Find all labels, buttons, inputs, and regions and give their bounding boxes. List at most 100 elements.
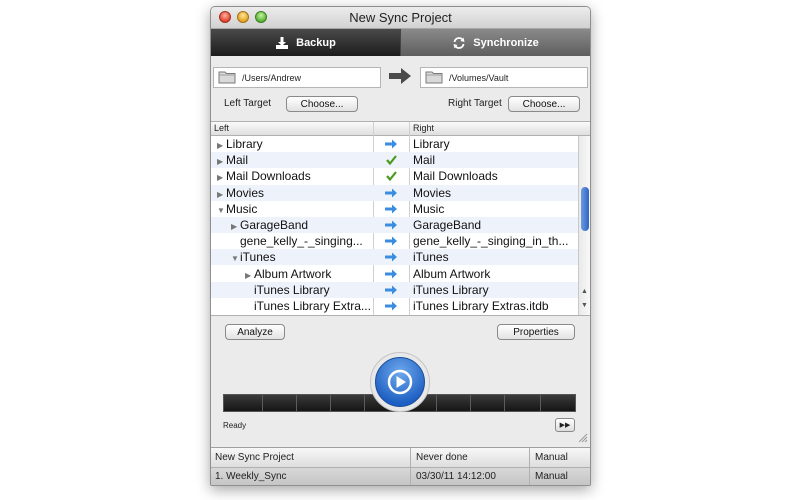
left-target-label: Left Target: [224, 98, 272, 109]
left-path-text: /Users/Andrew: [242, 72, 302, 83]
right-item-label: GarageBand: [413, 218, 482, 232]
left-path-field[interactable]: /Users/Andrew: [213, 67, 381, 88]
mode-header[interactable]: Manual: [535, 452, 568, 463]
right-item-label: iTunes: [413, 250, 449, 265]
right-item-label: Movies: [413, 185, 452, 200]
sync-direction-arrow-icon: [389, 68, 411, 84]
download-icon: [276, 36, 289, 49]
table-row[interactable]: iTunes Library Extra... iTunes Library Ex…: [211, 298, 578, 314]
left-item-label: Mail Downloads: [226, 169, 311, 184]
table-row[interactable]: iTunes Library iTunes Library: [211, 281, 578, 298]
disclosure-closed-icon[interactable]: ▶: [217, 141, 226, 150]
right-arrow-icon: [385, 269, 397, 279]
right-choose-button[interactable]: Choose...: [508, 96, 580, 112]
sync-window: New Sync Project Backup Synchronize /Use…: [210, 6, 591, 486]
title-bar: New Sync Project: [211, 7, 590, 29]
table-row[interactable]: ▼Music Music: [211, 201, 578, 217]
right-item-label: iTunes Library: [413, 282, 489, 297]
scrollbar-thumb[interactable]: [581, 187, 589, 231]
right-item-label: Mail Downloads: [413, 169, 498, 184]
column-header-left[interactable]: Left: [214, 123, 229, 133]
fast-forward-button[interactable]: ▶▶: [555, 418, 575, 432]
mode-segmented-control: Backup Synchronize: [211, 29, 590, 56]
left-item: ▶ Movies: [217, 186, 264, 200]
disclosure-closed-icon[interactable]: ▶: [217, 157, 226, 166]
right-item-label: iTunes Library Extras.itdb: [413, 299, 549, 313]
table-header: Left Right: [211, 122, 590, 136]
right-path-text: /Volumes/Vault: [449, 72, 509, 83]
scroll-up-arrow-icon[interactable]: ▲: [581, 288, 588, 295]
left-item: ▶ Mail: [217, 153, 248, 167]
disclosure-open-icon[interactable]: ▼: [217, 206, 226, 215]
table-scrollbar[interactable]: ▲ ▼: [578, 136, 590, 315]
window-title: New Sync Project: [349, 10, 452, 25]
left-item: gene_kelly_-_singing...: [231, 234, 363, 248]
last-run-header[interactable]: Never done: [416, 452, 468, 463]
table-row[interactable]: gene_kelly_-_singing... gene_kelly_-_sing…: [211, 233, 578, 249]
right-arrow-icon: [385, 204, 397, 214]
table-row[interactable]: ▶ GarageBand GarageBand: [211, 217, 578, 233]
right-arrow-icon: [385, 139, 397, 149]
disclosure-closed-icon[interactable]: ▶: [217, 173, 226, 182]
file-comparison-table: Left Right ▶ Library Library ▶ Mail Mail ▶ Mail…: [211, 121, 590, 316]
right-path-field[interactable]: /Volumes/Vault: [420, 67, 588, 88]
left-item-label: iTunes: [240, 250, 276, 265]
left-item: iTunes Library Extra...: [245, 299, 371, 313]
left-item: ▼iTunes: [231, 250, 276, 264]
disclosure-closed-icon[interactable]: ▶: [245, 271, 254, 280]
right-arrow-icon: [385, 252, 397, 262]
status-text: Ready: [223, 421, 247, 430]
table-row[interactable]: ▶ Movies Movies: [211, 184, 578, 201]
left-item-label: Movies: [226, 185, 265, 200]
play-button-face: [375, 357, 425, 407]
left-item-label: Mail: [226, 153, 249, 168]
folder-icon: [425, 71, 443, 84]
project-last-run: 03/30/11 14:12:00: [416, 471, 496, 482]
left-item: iTunes Library: [245, 283, 330, 297]
checkmark-icon: [386, 171, 397, 182]
right-item-label: Album Artwork: [413, 266, 491, 281]
projects-table: New Sync Project Never done Manual 1. We…: [211, 447, 590, 485]
disclosure-open-icon[interactable]: ▼: [231, 254, 240, 263]
disclosure-closed-icon[interactable]: ▶: [231, 222, 240, 231]
folder-icon: [218, 71, 236, 84]
tab-synchronize[interactable]: Synchronize: [400, 29, 590, 56]
tab-backup[interactable]: Backup: [211, 29, 400, 56]
table-row[interactable]: ▶ Library Library: [211, 136, 578, 152]
disclosure-closed-icon[interactable]: ▶: [217, 190, 226, 199]
table-row[interactable]: ▶ Mail Mail: [211, 152, 578, 169]
table-row[interactable]: ▼iTunes iTunes: [211, 249, 578, 266]
table-row[interactable]: ▶ Album Artwork Album Artwork: [211, 266, 578, 282]
table-row[interactable]: ▶ Mail Downloads Mail Downloads: [211, 168, 578, 184]
project-name-header[interactable]: New Sync Project: [215, 452, 294, 463]
right-item-label: Mail: [413, 153, 436, 168]
right-arrow-icon: [385, 220, 397, 230]
left-item: ▶ Album Artwork: [245, 267, 331, 281]
column-divider: [529, 448, 530, 485]
scroll-down-arrow-icon[interactable]: ▼: [581, 302, 588, 309]
left-choose-button[interactable]: Choose...: [286, 96, 358, 112]
left-item-label: Music: [226, 201, 258, 216]
left-item-label: Album Artwork: [254, 266, 332, 281]
column-header-right[interactable]: Right: [413, 123, 434, 133]
analyze-button[interactable]: Analyze: [225, 324, 285, 340]
sync-icon: [453, 36, 465, 49]
column-divider: [410, 448, 411, 485]
left-item-label: GarageBand: [240, 218, 309, 232]
left-item: ▼Music: [217, 202, 257, 216]
left-item-label: Library: [226, 137, 263, 151]
start-sync-button[interactable]: [370, 352, 430, 412]
left-item-label: gene_kelly_-_singing...: [240, 234, 363, 249]
right-arrow-icon: [385, 188, 397, 198]
left-item: ▶ GarageBand: [231, 218, 308, 232]
checkmark-icon: [386, 155, 397, 166]
right-arrow-icon: [385, 285, 397, 295]
project-row[interactable]: 1. Weekly_Sync 03/30/11 14:12:00 Manual: [211, 468, 590, 485]
project-name: 1. Weekly_Sync: [215, 471, 287, 482]
projects-header-row: New Sync Project Never done Manual: [211, 448, 590, 468]
right-item-label: gene_kelly_-_singing_in_th...: [413, 234, 569, 249]
properties-button[interactable]: Properties: [497, 324, 575, 340]
tab-synchronize-label: Synchronize: [473, 36, 539, 49]
resize-grip-icon[interactable]: [578, 433, 588, 443]
fast-forward-icon: ▶▶: [559, 422, 571, 429]
